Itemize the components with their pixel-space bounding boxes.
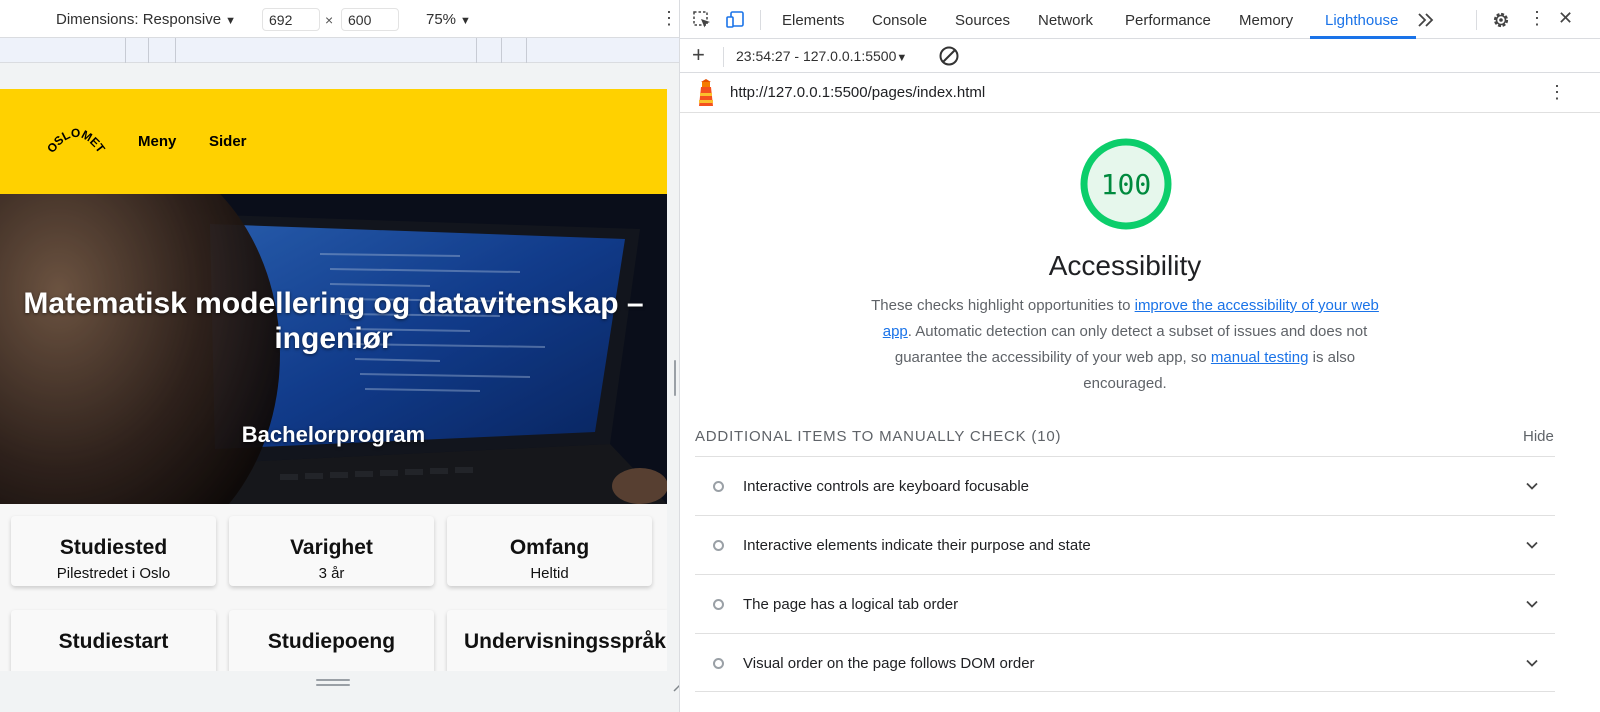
audit-row[interactable]: Visual order on the page follows DOM ord… — [695, 633, 1555, 692]
logo-text: OSLOMET — [46, 126, 106, 156]
hero-title: Matematisk modellering og datavitenskap … — [23, 287, 644, 355]
height-input[interactable] — [341, 8, 399, 31]
nav-link-meny[interactable]: Meny — [138, 133, 176, 150]
manual-audit-icon — [713, 540, 724, 551]
dimensions-label: Dimensions: Responsive — [56, 11, 222, 28]
inspect-element-icon[interactable] — [692, 10, 712, 30]
fact-card: Varighet 3 år — [229, 516, 434, 586]
category-title: Accessibility — [1048, 250, 1202, 281]
customize-menu-icon[interactable]: ⋮ — [1528, 9, 1546, 27]
gear-icon[interactable] — [1491, 10, 1511, 30]
fact-title: Studiestart — [58, 630, 169, 653]
fact-title: Undervisningsspråk — [464, 630, 666, 653]
nav-link-sider[interactable]: Sider — [209, 133, 247, 150]
tab-elements[interactable]: Elements — [782, 12, 845, 29]
hero-subtitle: Bachelorprogram — [241, 422, 426, 447]
category-description: These checks highlight opportunities to … — [870, 293, 1380, 397]
fact-card: Undervisningsspråk — [447, 610, 667, 671]
report-url: http://127.0.0.1:5500/pages/index.html — [730, 84, 986, 101]
width-input[interactable] — [262, 8, 320, 31]
tab-console[interactable]: Console — [872, 12, 927, 29]
emulated-viewport: OSLOMET Meny Sider — [0, 89, 667, 671]
report-menu-icon[interactable]: ⋮ — [1548, 83, 1566, 101]
new-report-icon[interactable]: + — [692, 43, 705, 67]
more-options-icon[interactable]: ⋮ — [660, 9, 678, 27]
description-text: These checks highlight opportunities to — [871, 297, 1135, 314]
manual-checks-title: ADDITIONAL ITEMS TO MANUALLY CHECK — [695, 428, 1027, 445]
svg-text:OSLOMET: OSLOMET — [46, 126, 106, 156]
facts-section: Studiested Pilestredet i Oslo Varighet 3… — [0, 504, 667, 671]
chevron-down-icon[interactable] — [1525, 656, 1539, 670]
manual-checks-count: (10) — [1031, 428, 1062, 445]
audit-list: Interactive controls are keyboard focusa… — [695, 456, 1555, 692]
chevron-down-icon[interactable] — [1525, 597, 1539, 611]
resize-corner-icon[interactable] — [672, 676, 680, 692]
dimensions-dropdown[interactable]: Dimensions: Responsive ▼ — [56, 11, 236, 28]
close-icon[interactable]: ✕ — [1558, 8, 1573, 29]
manual-audit-icon — [713, 599, 724, 610]
zoom-dropdown[interactable]: 75% ▼ — [426, 11, 471, 28]
tab-performance[interactable]: Performance — [1125, 12, 1211, 29]
oslomet-logo[interactable]: OSLOMET — [46, 123, 106, 163]
fact-card: Studiepoeng — [229, 610, 434, 671]
fact-card: Studiestart — [11, 610, 216, 671]
zoom-label: 75% — [426, 11, 457, 28]
report-selector[interactable]: 23:54:27 - 127.0.0.1:5500▼ — [736, 48, 907, 64]
dimension-separator: × — [325, 12, 334, 28]
fact-title: Varighet — [290, 536, 373, 559]
fact-title: Studiepoeng — [267, 630, 396, 653]
site-header: OSLOMET Meny Sider — [0, 89, 667, 194]
score-value: 100 — [1100, 168, 1152, 201]
hide-button[interactable]: Hide — [1523, 428, 1554, 445]
tab-sources[interactable]: Sources — [955, 12, 1010, 29]
device-emulation-pane: Dimensions: Responsive▼ × 75%▼ ⋮ — [0, 0, 680, 712]
devtools-panel: Elements Console Sources Network Perform… — [680, 0, 1600, 712]
audit-title: Visual order on the page follows DOM ord… — [743, 655, 1035, 672]
viewport-height-resize-handle[interactable] — [316, 679, 350, 689]
devtools-tabbar: Elements Console Sources Network Perform… — [680, 0, 1600, 39]
hero-banner: Matematisk modellering og datavitenskap … — [0, 194, 667, 504]
report-selector-label: 23:54:27 - 127.0.0.1:5500 — [736, 48, 897, 64]
fact-title: Omfang — [509, 536, 590, 559]
report-url-bar: http://127.0.0.1:5500/pages/index.html ⋮ — [680, 73, 1600, 113]
chevron-down-icon[interactable] — [1525, 479, 1539, 493]
audit-title: The page has a logical tab order — [743, 596, 959, 613]
fact-value: Pilestredet i Oslo — [56, 565, 171, 582]
fact-value: 3 år — [318, 565, 345, 582]
manual-audit-icon — [713, 658, 724, 669]
lighthouse-toolbar: + 23:54:27 - 127.0.0.1:5500▼ — [680, 39, 1600, 73]
tab-lighthouse[interactable]: Lighthouse — [1325, 12, 1398, 29]
audit-row[interactable]: Interactive controls are keyboard focusa… — [695, 456, 1555, 515]
clear-reports-icon[interactable] — [938, 45, 960, 67]
device-toolbar: Dimensions: Responsive▼ × 75%▼ ⋮ — [0, 0, 679, 38]
fact-title: Studiested — [59, 536, 168, 559]
ruler-spacer — [0, 63, 679, 89]
audit-title: Interactive controls are keyboard focusa… — [743, 478, 1029, 495]
audit-row[interactable]: Interactive elements indicate their purp… — [695, 515, 1555, 574]
audit-row[interactable]: The page has a logical tab order — [695, 574, 1555, 633]
manual-checks-header: ADDITIONAL ITEMS TO MANUALLY CHECK (10) — [695, 428, 1061, 445]
fact-card: Studiested Pilestredet i Oslo — [11, 516, 216, 586]
device-toolbar-icon[interactable] — [725, 10, 745, 30]
emulation-bottom-bar — [0, 671, 679, 712]
tab-memory[interactable]: Memory — [1239, 12, 1293, 29]
manual-audit-icon — [713, 481, 724, 492]
chevron-down-icon[interactable] — [1525, 538, 1539, 552]
caret-down-icon: ▼ — [225, 15, 236, 27]
manual-testing-link[interactable]: manual testing — [1211, 349, 1309, 366]
fact-value: Heltid — [530, 565, 569, 582]
tab-network[interactable]: Network — [1038, 12, 1093, 29]
caret-down-icon: ▼ — [896, 52, 908, 64]
audit-title: Interactive elements indicate their purp… — [743, 537, 1091, 554]
media-query-ruler — [0, 38, 679, 63]
fact-card: Omfang Heltid — [447, 516, 652, 586]
lighthouse-logo-icon — [699, 79, 713, 106]
caret-down-icon: ▼ — [460, 15, 471, 27]
more-tabs-icon[interactable] — [1416, 11, 1436, 29]
